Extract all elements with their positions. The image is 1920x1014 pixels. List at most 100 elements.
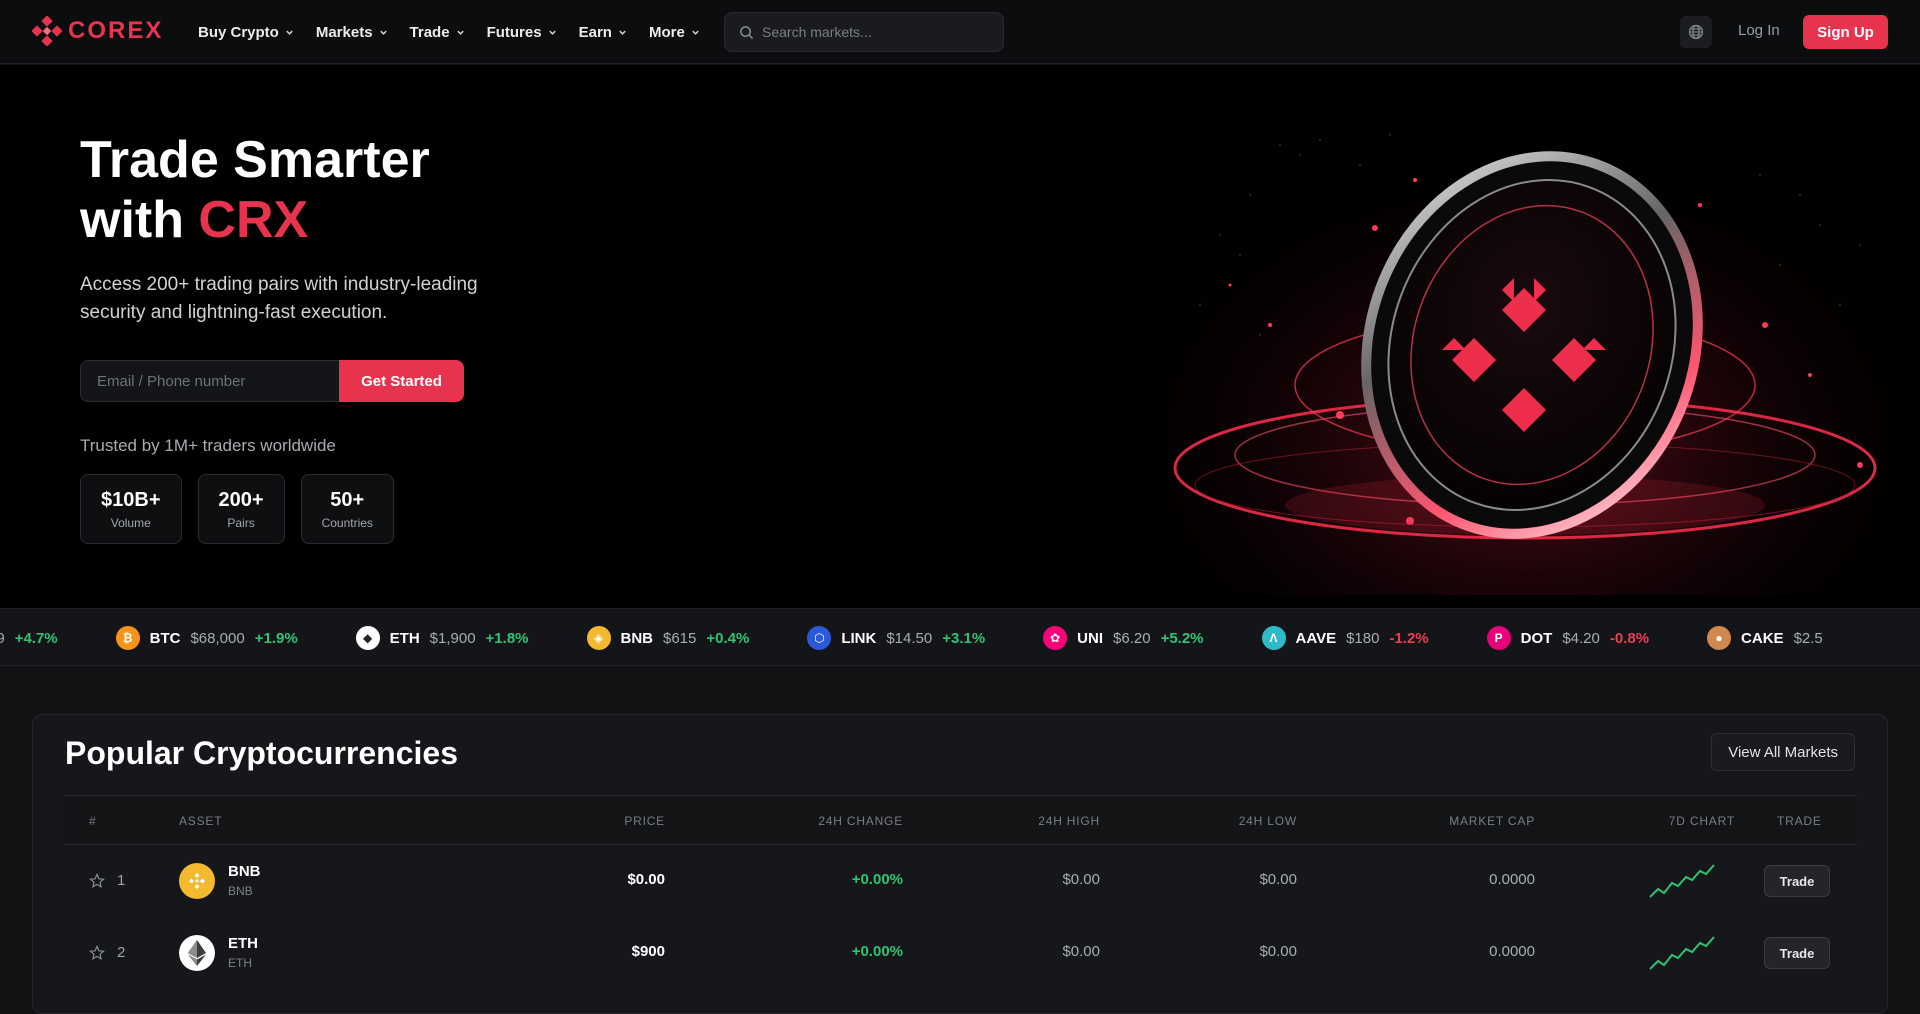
ticker-item-cake[interactable]: ● CAKE $2.5 bbox=[1707, 626, 1823, 650]
ticker-symbol: ETH bbox=[389, 629, 420, 647]
row-24h-change: +0.00% bbox=[851, 871, 903, 888]
popular-cryptocurrencies-section: Popular Cryptocurrencies View All Market… bbox=[32, 714, 1888, 1014]
ticker-item-link[interactable]: ⬡ LINK $14.50 +3.1% bbox=[807, 626, 985, 650]
stat-value: 200+ bbox=[218, 488, 264, 511]
ticker-change: +5.2% bbox=[1160, 629, 1204, 647]
trade-button[interactable]: Trade bbox=[1764, 937, 1830, 969]
ticker-item-btc[interactable]: ₿ BTC $68,000 +1.9% bbox=[115, 626, 298, 650]
ticker-change: -1.2% bbox=[1389, 629, 1429, 647]
row-24h-high: $0.00 bbox=[1062, 871, 1100, 888]
col-rank: # bbox=[89, 814, 97, 828]
get-started-button[interactable]: Get Started bbox=[339, 360, 464, 402]
ticker-item-bnb[interactable]: ◈ BNB $615 +0.4% bbox=[586, 626, 750, 650]
trade-button[interactable]: Trade bbox=[1764, 865, 1830, 897]
col-price[interactable]: Price bbox=[565, 814, 665, 828]
stat-value: $10B+ bbox=[101, 488, 161, 511]
ticker-price: $2.5 bbox=[1793, 629, 1823, 647]
ticker-change: +1.8% bbox=[485, 629, 529, 647]
menu-buy-crypto[interactable]: Buy Crypto bbox=[198, 24, 294, 41]
view-all-markets-button[interactable]: View All Markets bbox=[1711, 733, 1855, 771]
hero-section: Trade Smarter with CRX Access 200+ tradi… bbox=[0, 65, 1920, 608]
menu-label: More bbox=[648, 23, 685, 41]
stat-label: Pairs bbox=[227, 515, 255, 530]
chevron-down-icon bbox=[619, 30, 626, 35]
login-link[interactable]: Log In bbox=[1738, 22, 1780, 39]
top-navbar: COREX Buy Crypto Markets Trade Futures E… bbox=[0, 0, 1920, 64]
section-title: Popular Cryptocurrencies bbox=[65, 735, 458, 771]
btc-icon: ₿ bbox=[115, 626, 140, 650]
ticker-item-uni[interactable]: ✿ UNI $6.20 +5.2% bbox=[1043, 626, 1204, 650]
asset-name: BNB bbox=[228, 884, 253, 898]
col-market-cap[interactable]: Market Cap bbox=[1385, 814, 1535, 828]
uni-icon: ✿ bbox=[1043, 626, 1068, 650]
ticker-price: $1,900 bbox=[429, 629, 476, 647]
signup-form: Get Started bbox=[80, 360, 464, 402]
table-row[interactable]: 1 BNB BNB $0.00 +0.00% $0.00 $0.00 0.000… bbox=[65, 845, 1857, 917]
hero-title-line1: Trade Smarter bbox=[80, 131, 430, 189]
table-row[interactable]: 2 ETH ETH $900 +0.00% $0.00 $0.00 0.0000… bbox=[65, 917, 1857, 989]
menu-futures[interactable]: Futures bbox=[487, 24, 557, 41]
star-icon[interactable] bbox=[89, 873, 105, 889]
menu-label: Markets bbox=[315, 23, 373, 41]
link-icon: ⬡ bbox=[807, 626, 832, 650]
stat-pairs: 200+ Pairs bbox=[197, 474, 285, 544]
menu-more[interactable]: More bbox=[649, 24, 700, 41]
stat-label: Volume bbox=[110, 515, 151, 530]
language-button[interactable] bbox=[1680, 16, 1712, 48]
row-market-cap: 0.0000 bbox=[1489, 871, 1535, 888]
table-header: # Asset Price 24h Change 24h High 24h Lo… bbox=[65, 795, 1857, 845]
chevron-down-icon bbox=[379, 30, 387, 35]
ticker-price: $4.20 bbox=[1562, 629, 1600, 647]
menu-label: Futures bbox=[486, 23, 542, 41]
ticker-price: $180 bbox=[1346, 629, 1380, 647]
row-rank: 1 bbox=[117, 872, 126, 889]
search-input[interactable] bbox=[762, 24, 982, 40]
globe-icon bbox=[1688, 24, 1704, 40]
hero-title: Trade Smarter with CRX bbox=[80, 130, 430, 250]
hero-title-accent: CRX bbox=[198, 191, 309, 249]
cake-icon: ● bbox=[1707, 626, 1732, 650]
chevron-down-icon bbox=[286, 30, 293, 35]
star-icon[interactable] bbox=[89, 945, 105, 961]
row-price: $0.00 bbox=[627, 871, 665, 888]
sparkline-chart bbox=[1649, 936, 1715, 970]
stat-value: 50+ bbox=[330, 488, 365, 511]
ticker-item-aave[interactable]: Λ AAVE $180 -1.2% bbox=[1261, 626, 1429, 650]
ticker-item[interactable]: 89 +4.7% bbox=[0, 630, 58, 647]
row-24h-high: $0.00 bbox=[1062, 943, 1100, 960]
menu-earn[interactable]: Earn bbox=[579, 24, 627, 41]
signup-button[interactable]: Sign Up bbox=[1803, 15, 1888, 49]
row-24h-low: $0.00 bbox=[1259, 943, 1297, 960]
ticker-price: $68,000 bbox=[190, 629, 245, 647]
asset-symbol: ETH bbox=[228, 935, 258, 952]
ticker-track: 89 +4.7% ₿ BTC $68,000 +1.9% ◆ ETH $1,90… bbox=[0, 609, 1881, 665]
trusted-text: Trusted by 1M+ traders worldwide bbox=[80, 436, 336, 455]
logo[interactable]: COREX bbox=[32, 16, 163, 46]
col-24h-low[interactable]: 24h Low bbox=[1197, 814, 1297, 828]
row-24h-change: +0.00% bbox=[851, 943, 903, 960]
hero-subtitle: Access 200+ trading pairs with industry-… bbox=[80, 274, 478, 323]
row-24h-low: $0.00 bbox=[1259, 871, 1297, 888]
ticker-change: +4.7% bbox=[14, 629, 58, 647]
asset-name: ETH bbox=[228, 956, 252, 970]
row-market-cap: 0.0000 bbox=[1489, 943, 1535, 960]
row-rank: 2 bbox=[117, 944, 126, 961]
aave-icon: Λ bbox=[1261, 626, 1286, 650]
menu-trade[interactable]: Trade bbox=[410, 24, 465, 41]
sparkline-chart bbox=[1649, 864, 1715, 898]
col-24h-high[interactable]: 24h High bbox=[1000, 814, 1100, 828]
hero-title-line2: with CRX bbox=[80, 190, 430, 250]
ticker-change: +1.9% bbox=[254, 629, 298, 647]
markets-table: # Asset Price 24h Change 24h High 24h Lo… bbox=[65, 795, 1857, 989]
col-24h-change[interactable]: 24h Change bbox=[765, 814, 903, 828]
col-asset[interactable]: Asset bbox=[179, 814, 222, 828]
ticker-item-eth[interactable]: ◆ ETH $1,900 +1.8% bbox=[355, 626, 529, 650]
menu-markets[interactable]: Markets bbox=[316, 24, 388, 41]
ticker-symbol: UNI bbox=[1077, 629, 1104, 647]
crx-coin-illustration bbox=[1160, 85, 1890, 595]
ticker-item-dot[interactable]: P DOT $4.20 -0.8% bbox=[1486, 626, 1649, 650]
email-phone-input[interactable] bbox=[80, 360, 339, 402]
ticker-price: $14.50 bbox=[886, 629, 933, 647]
ticker-change: +0.4% bbox=[706, 629, 750, 647]
ticker-symbol: AAVE bbox=[1295, 629, 1337, 647]
